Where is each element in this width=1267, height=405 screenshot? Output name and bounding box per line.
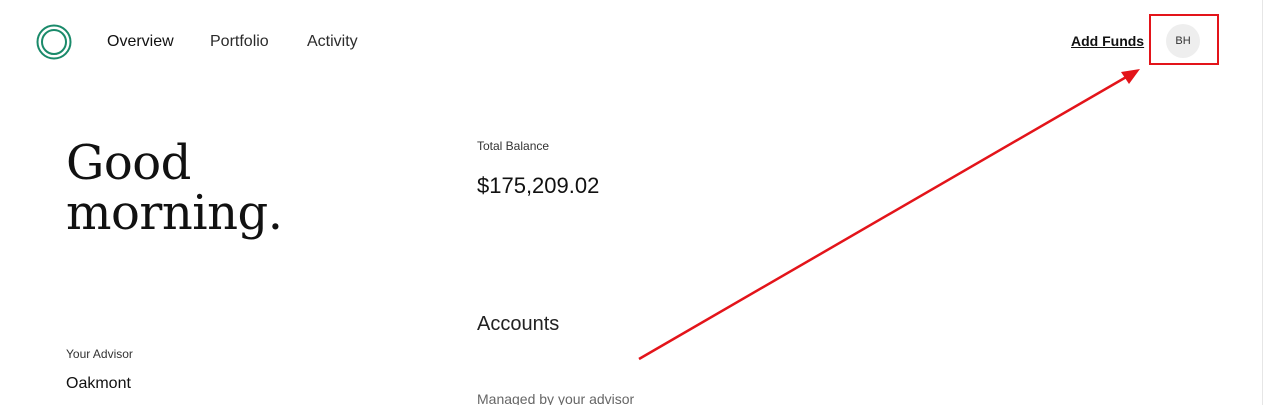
total-balance-label: Total Balance: [477, 139, 550, 153]
add-funds-link[interactable]: Add Funds: [1071, 32, 1144, 50]
managed-by-advisor-label: Managed by your advisor: [477, 391, 635, 405]
greeting-line-1: Good: [66, 135, 191, 191]
nav-portfolio[interactable]: Portfolio: [210, 32, 269, 52]
page: Overview Portfolio Activity Add Funds BH…: [0, 0, 1267, 405]
nav-activity[interactable]: Activity: [307, 32, 358, 52]
advisor-name: Oakmont: [66, 375, 131, 392]
nav-overview[interactable]: Overview: [107, 32, 174, 52]
ring-logo-icon[interactable]: [36, 24, 72, 60]
total-balance-value: $175,209.02: [477, 173, 600, 198]
accounts-heading: Accounts: [477, 313, 560, 335]
greeting-heading: Good morning.: [66, 138, 386, 238]
advisor-label: Your Advisor: [66, 347, 133, 361]
annotation-highlight-box: [1149, 14, 1219, 65]
greeting-line-2: morning.: [66, 185, 283, 241]
right-edge-divider: [1262, 0, 1263, 405]
